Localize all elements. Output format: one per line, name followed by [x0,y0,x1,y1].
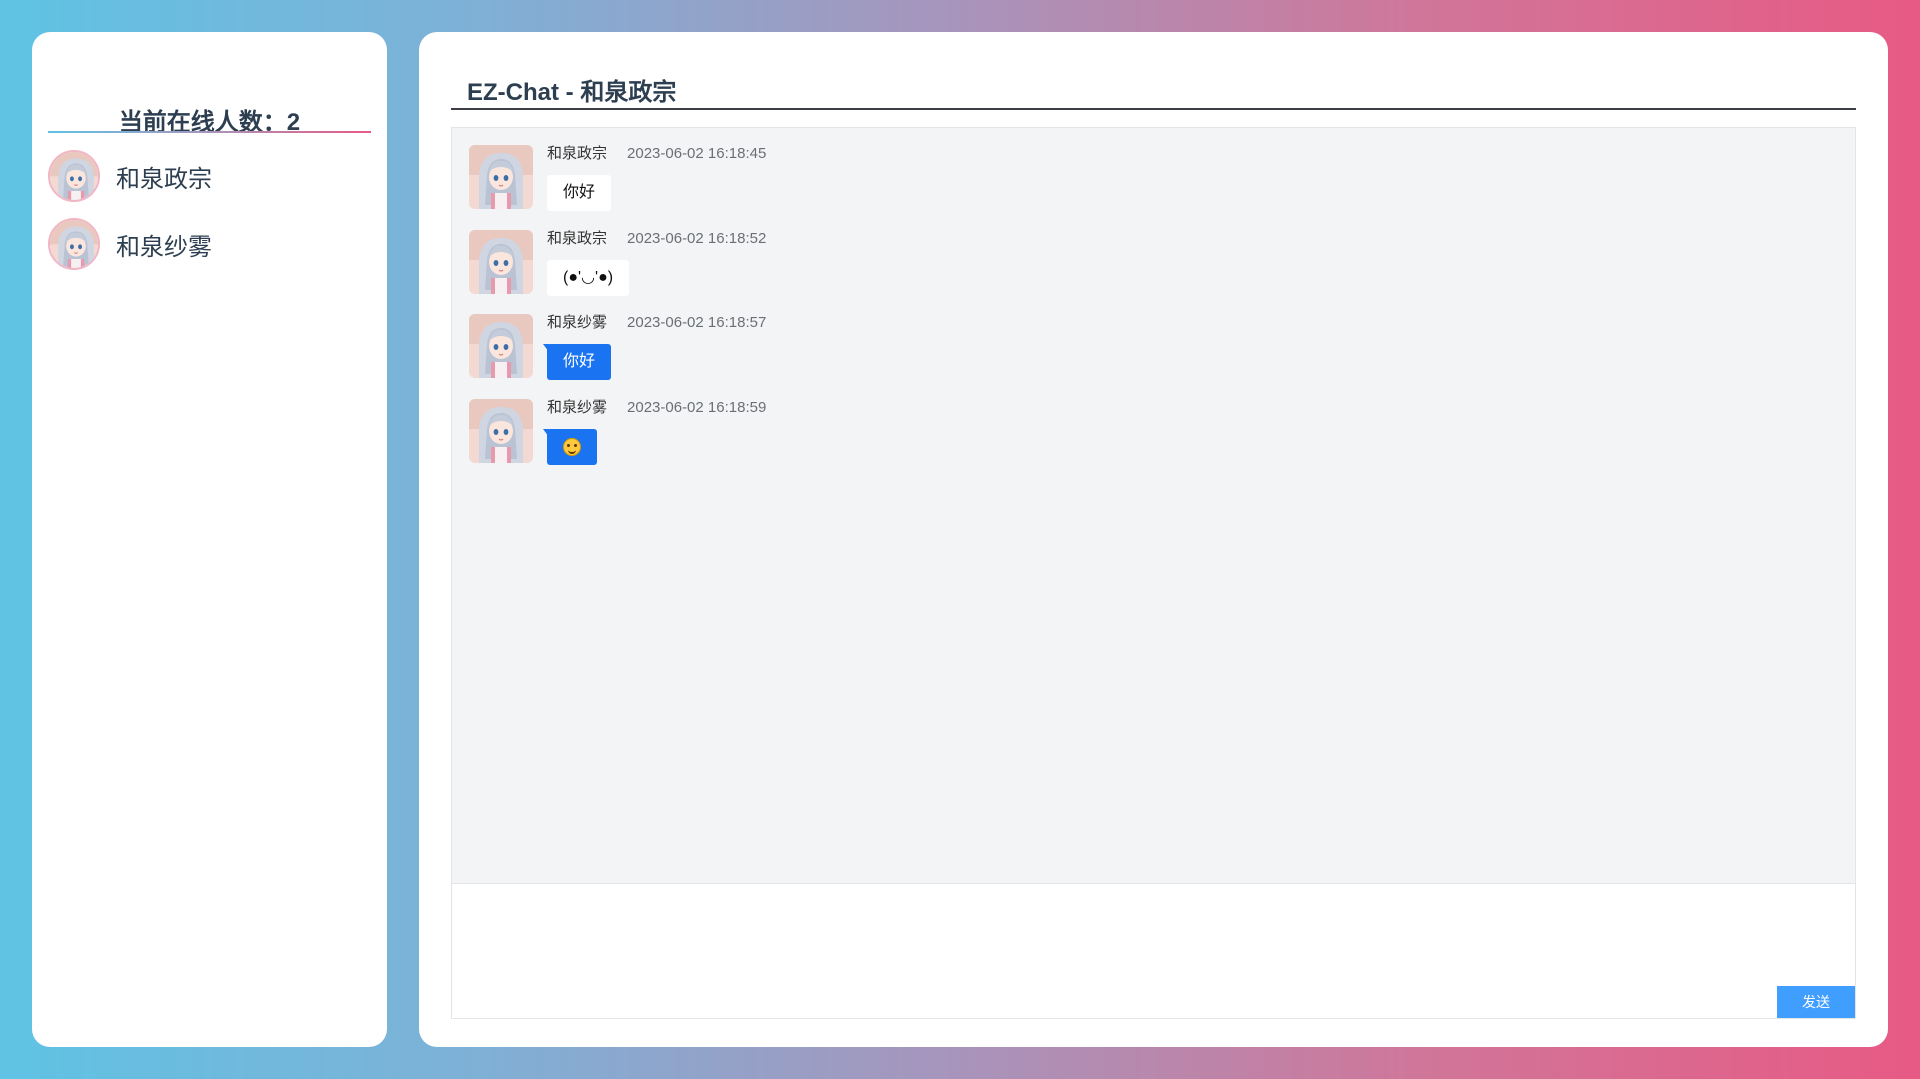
online-user-item[interactable]: 和泉政宗 [48,150,371,202]
avatar [48,218,100,270]
message-bubble: (●'◡'●) [547,260,630,296]
avatar [469,145,533,209]
send-button[interactable]: 发送 [1777,986,1855,1018]
avatar [469,314,533,378]
smiling-face-emoji-icon [563,437,581,456]
message-sender: 和泉政宗 [547,230,608,247]
chat-panel: EZ-Chat - 和泉政宗 和泉政宗 2023-06-02 16:18:45 你… [419,32,1888,1047]
message-time: 2023-06-02 16:18:52 [627,230,767,247]
message-sender: 和泉政宗 [547,145,608,162]
sidebar-divider [48,131,371,133]
avatar [469,230,533,294]
message-input[interactable]: 发送 [451,884,1856,1019]
online-user-name: 和泉政宗 [116,165,212,193]
online-user-item[interactable]: 和泉纱雾 [48,218,371,270]
avatar [469,399,533,463]
message-time: 2023-06-02 16:18:45 [627,145,767,162]
title-divider [451,108,1856,110]
message-sender: 和泉纱雾 [547,399,608,416]
avatar [48,150,100,202]
chat-title: EZ-Chat - 和泉政宗 [467,79,677,106]
message-time: 2023-06-02 16:18:57 [627,314,767,331]
message-item: 和泉纱雾 2023-06-02 16:18:57 你好 [469,314,766,380]
message-sender: 和泉纱雾 [547,314,608,331]
message-bubble [543,429,597,465]
online-users-panel: 当前在线人数：2 和泉政宗 和泉纱雾 [32,32,387,1047]
message-bubble: 你好 [547,175,612,211]
message-time: 2023-06-02 16:18:59 [627,399,767,416]
message-item: 和泉政宗 2023-06-02 16:18:45 你好 [469,145,766,211]
online-user-list: 和泉政宗 和泉纱雾 [48,150,371,286]
message-item: 和泉纱雾 2023-06-02 16:18:59 [469,399,766,465]
online-user-name: 和泉纱雾 [116,233,212,261]
message-item: 和泉政宗 2023-06-02 16:18:52 (●'◡'●) [469,230,766,296]
message-list[interactable]: 和泉政宗 2023-06-02 16:18:45 你好 和泉政宗 2023-06-0… [451,127,1856,884]
message-bubble: 你好 [542,344,612,380]
